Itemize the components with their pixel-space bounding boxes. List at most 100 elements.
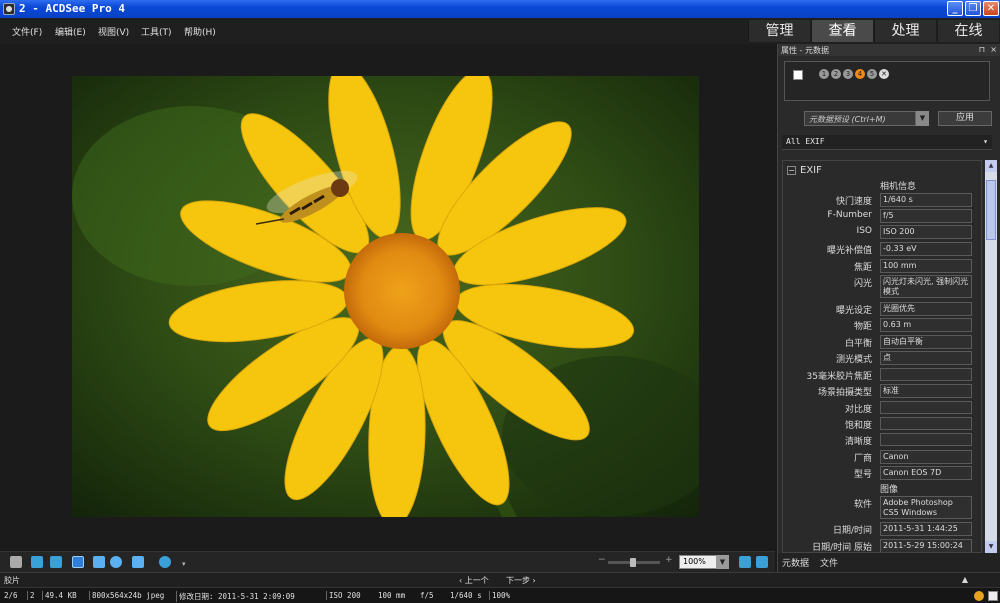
menu-edit[interactable]: 编辑(E) [55, 25, 86, 38]
field-label: 对比度 [844, 405, 872, 415]
close-button[interactable]: ✕ [983, 1, 999, 16]
panel-title: 属性 - 元数据 [781, 46, 829, 55]
field-value[interactable]: 标准 [880, 384, 972, 398]
field-value[interactable]: 光圈优先 [880, 302, 972, 316]
rating-1-icon[interactable]: 1 [819, 69, 829, 79]
field-value[interactable]: 1/640 s [880, 193, 972, 207]
field-label: 饱和度 [844, 421, 872, 431]
zoom-dropdown-icon[interactable]: ▼ [716, 555, 729, 569]
field-label: 快门速度 [835, 197, 872, 207]
mode-tab-develop[interactable]: 处理 [874, 20, 936, 42]
field-value[interactable]: Canon EOS 7D [880, 466, 972, 480]
exif-section-header[interactable]: − EXIF [787, 165, 822, 176]
exif-section-title: EXIF [800, 165, 822, 176]
zoom-out-icon[interactable]: − [598, 555, 606, 565]
field-value[interactable] [880, 368, 972, 381]
menu-view[interactable]: 视图(V) [98, 25, 129, 38]
metadata-preset-select[interactable]: 元数据预设 (Ctrl+M) [804, 111, 916, 126]
group-image: 图像 [880, 485, 899, 495]
rating-3-icon[interactable]: 3 [843, 69, 853, 79]
scroll-down-icon[interactable]: ▼ [985, 541, 997, 553]
field-value[interactable]: 2011-5-31 1:44:25 [880, 522, 972, 536]
field-value[interactable]: ISO 200 [880, 225, 972, 239]
menu-file[interactable]: 文件(F) [12, 25, 42, 38]
panel-close-icon[interactable]: × [990, 45, 997, 54]
field-value[interactable]: f/5 [880, 209, 972, 223]
rating-area: 1 2 3 4 5 ✕ [784, 61, 990, 101]
rating-2-icon[interactable]: 2 [831, 69, 841, 79]
exif-filter-select[interactable]: All EXIF ▾ [782, 135, 992, 150]
select-tool-icon[interactable] [93, 556, 105, 568]
field-value[interactable] [880, 417, 972, 430]
status-modified: 修改日期: 2011-5-31 2:09:09 [176, 591, 295, 602]
rating-4-icon[interactable]: 4 [855, 69, 865, 79]
field-value[interactable]: Canon [880, 450, 972, 464]
status-position: 2/6 [4, 591, 18, 600]
expand-filmstrip-icon[interactable]: ▲ [962, 575, 968, 584]
field-value[interactable] [880, 433, 972, 446]
exif-scrollbar[interactable]: ▲ ▼ [985, 160, 997, 553]
app-icon[interactable] [3, 3, 15, 15]
actual-size-icon[interactable] [739, 556, 751, 568]
flower-center [344, 233, 460, 349]
preset-dropdown-icon[interactable]: ▼ [916, 111, 929, 126]
panel-tabs: 元数据 文件 [778, 553, 1000, 572]
field-label: 35毫米胶片焦距 [806, 372, 872, 382]
collapse-icon[interactable]: − [787, 166, 796, 175]
status-focal: 100 mm [378, 591, 406, 600]
eye-icon[interactable] [159, 556, 171, 568]
field-value[interactable]: -0.33 eV [880, 242, 972, 256]
previous-button[interactable]: ‹ 上一个 [459, 575, 489, 586]
group-camera-info: 相机信息 [880, 182, 917, 192]
status-zoom: 100% [489, 591, 510, 600]
zoom-tool-icon[interactable] [110, 556, 122, 568]
tab-file[interactable]: 文件 [820, 556, 838, 569]
minimize-button[interactable]: _ [947, 1, 963, 16]
field-value[interactable]: 自动白平衡 [880, 335, 972, 349]
mode-tab-view[interactable]: 查看 [811, 20, 873, 42]
hand-tool-icon[interactable] [72, 556, 84, 568]
field-value[interactable]: 闪光灯未闪光, 强制闪光模式 [880, 275, 972, 298]
field-value[interactable]: 0.63 m [880, 318, 972, 332]
field-value[interactable] [880, 401, 972, 414]
mode-tab-online[interactable]: 在线 [937, 20, 999, 42]
zoom-in-icon[interactable]: + [665, 555, 673, 565]
status-dimensions: 800x564x24b jpeg [89, 591, 164, 600]
crop-tool-icon[interactable] [132, 556, 144, 568]
tag-status-icon[interactable] [988, 591, 998, 601]
fit-to-window-icon[interactable] [756, 556, 768, 568]
more-dropdown-icon[interactable]: ▾ [182, 560, 188, 568]
field-label: ISO [856, 226, 872, 236]
image-viewer[interactable] [0, 44, 775, 551]
exif-list[interactable]: − EXIF 相机信息 快门速度 1/640 s F-Number f/5 ISO… [782, 160, 982, 553]
menu-tools[interactable]: 工具(T) [141, 25, 172, 38]
rotate-right-icon[interactable] [50, 556, 62, 568]
field-label: 物距 [853, 322, 872, 332]
rating-5-icon[interactable]: 5 [867, 69, 877, 79]
status-filesize: 49.4 KB [42, 591, 77, 600]
filmstrip-toggle-icon[interactable] [10, 556, 22, 568]
pin-icon[interactable]: ⊓ [979, 45, 985, 54]
properties-panel: 属性 - 元数据 ⊓ × 1 2 3 4 5 ✕ 元数据预设 (Ctrl+M) … [777, 44, 1000, 572]
scroll-up-icon[interactable]: ▲ [985, 160, 997, 172]
mode-tab-manage[interactable]: 管理 [748, 20, 810, 42]
restore-button[interactable]: ❐ [965, 1, 981, 16]
filmstrip-label: 胶片 [4, 576, 20, 585]
rating-clear-icon[interactable]: ✕ [879, 69, 889, 79]
field-value[interactable]: 点 [880, 351, 972, 365]
scroll-thumb[interactable] [986, 180, 996, 240]
next-button[interactable]: 下一步 › [506, 575, 536, 586]
field-label: 厂商 [853, 454, 872, 464]
zoom-slider[interactable] [608, 558, 660, 567]
field-value[interactable]: 2011-5-29 15:00:24 [880, 539, 972, 552]
field-label: 日期/时间 [832, 526, 872, 536]
status-aperture: f/5 [420, 591, 434, 600]
rating-status-icon[interactable] [974, 591, 984, 601]
tab-metadata[interactable]: 元数据 [782, 556, 809, 569]
field-value[interactable]: 100 mm [880, 259, 972, 273]
rotate-left-icon[interactable] [31, 556, 43, 568]
tag-checkbox[interactable] [793, 70, 803, 80]
apply-button[interactable]: 应用 [938, 111, 992, 126]
menu-help[interactable]: 帮助(H) [184, 25, 216, 38]
field-value[interactable]: Adobe Photoshop CS5 Windows [880, 496, 972, 519]
